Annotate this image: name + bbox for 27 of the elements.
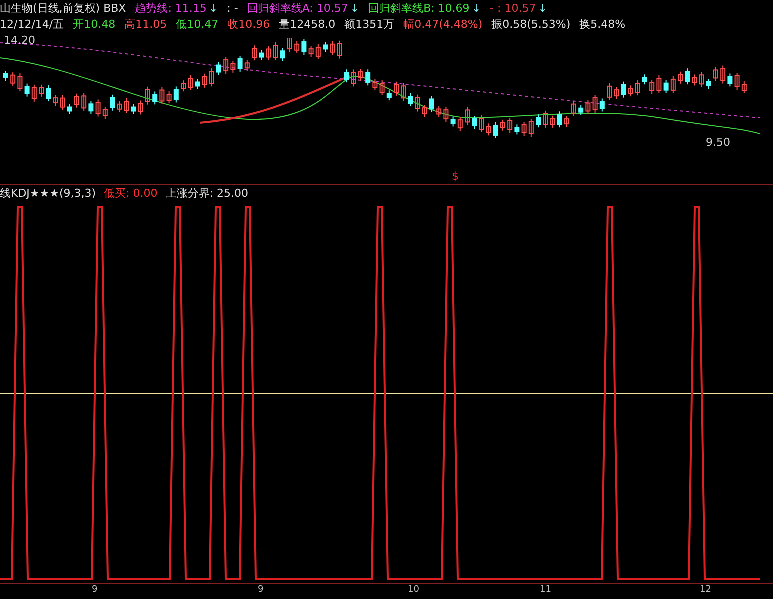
axis-label: 10 [408,585,420,595]
indicator-value: 低买: 0.00 [104,186,158,200]
indicator-value: 上涨分界: 25.00 [166,186,248,200]
bar-info-value: 换5.48% [580,16,626,32]
axis-label: 9 [258,585,264,595]
bar-info-value: 12/12/14/五 [0,16,64,32]
price-label: 14.20 [4,34,36,47]
bar-info-value: 开10.48 [73,16,116,32]
axis-label: 11 [540,585,552,595]
axis-label: 9 [92,585,98,595]
price-label: 9.50 [706,136,730,149]
bar-info-value: 振0.58(5.53%) [492,16,571,32]
bar-info-value: 额1351万 [344,16,395,32]
indicator-value: 回归斜率线A: 10.57 ↓ [247,0,360,16]
indicator-value: : - [227,2,238,14]
indicator-value: 山生物(日线,前复权) BBX [0,0,126,16]
indicator-value: - : 10.57 ↓ [490,2,548,14]
axis-label: 12 [700,585,712,595]
bar-info-value: 收10.96 [228,16,270,32]
bar-info-value: 高11.05 [124,16,168,32]
bar-info-value: 低10.47 [176,16,219,32]
signal-mark: $ [452,170,459,183]
bar-info-value: 幅0.47(4.48%) [404,16,483,32]
indicator-title: 线KDJ★★★(9,3,3) [0,186,96,200]
bar-info-value: 量12458.0 [279,16,336,32]
indicator-value: 回归斜率线B: 10.69 ↓ [368,0,482,16]
indicator-value: 趋势线: 11.15 ↓ [135,0,218,16]
